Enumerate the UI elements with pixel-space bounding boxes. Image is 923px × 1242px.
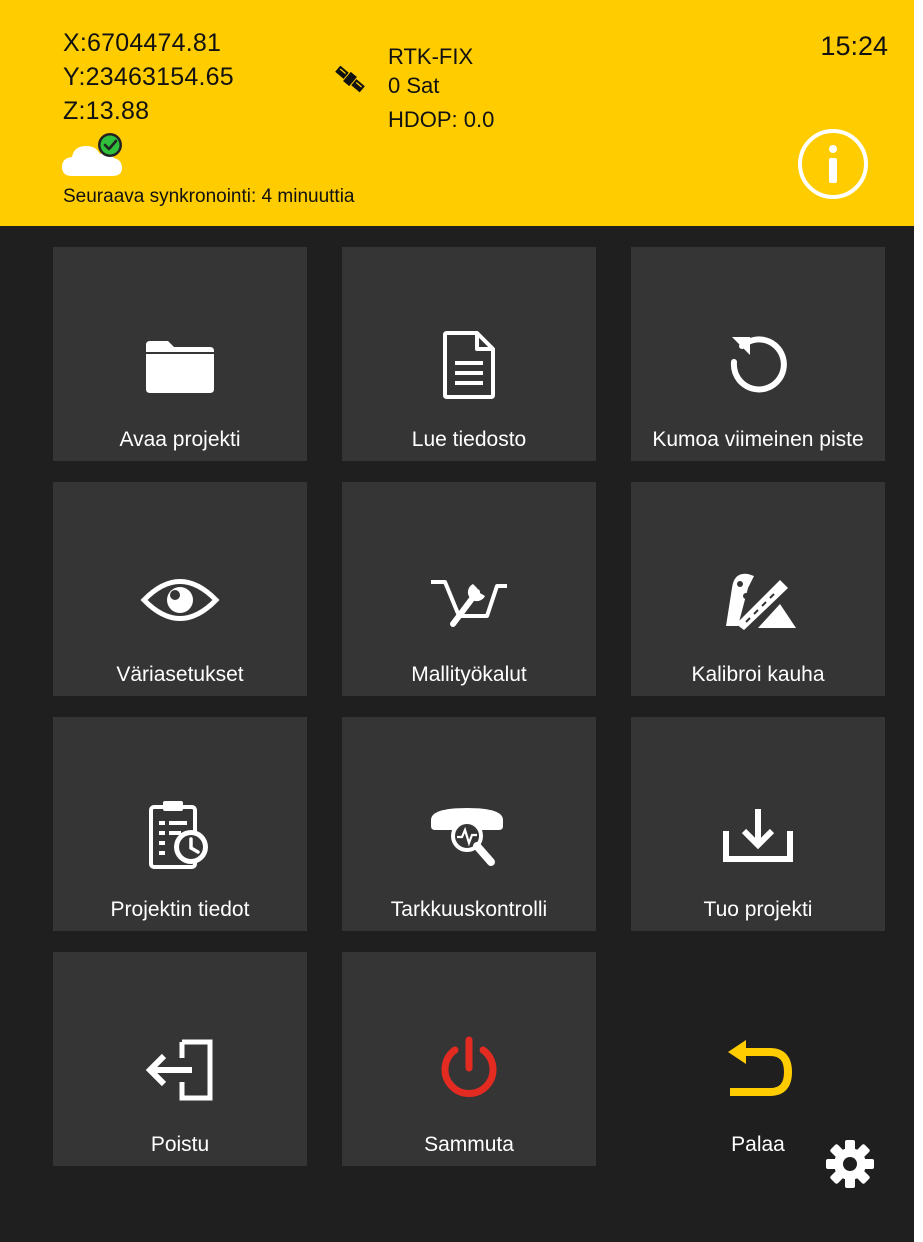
- return-icon: [728, 1040, 793, 1096]
- tile-import-project[interactable]: Tuo projekti: [631, 717, 885, 931]
- tile-label: Lue tiedosto: [411, 428, 527, 451]
- tile-read-file[interactable]: Lue tiedosto: [342, 247, 596, 461]
- exit-icon: [145, 1039, 213, 1101]
- gear-icon[interactable]: [824, 1138, 876, 1190]
- hdop-value: HDOP: 0.0: [388, 107, 495, 132]
- folder-icon: [146, 341, 214, 393]
- tile-open-project[interactable]: Avaa projekti: [53, 247, 307, 461]
- clipboard-clock-icon: [149, 801, 208, 869]
- tile-label: Tarkkuuskontrolli: [390, 898, 548, 921]
- tile-label: Projektin tiedot: [110, 898, 250, 921]
- tile-model-tools[interactable]: Mallityökalut: [342, 482, 596, 696]
- satellite-count: 0 Sat: [388, 73, 440, 98]
- coordinate-z: Z:13.88: [63, 97, 150, 125]
- tile-label: Mallityökalut: [411, 663, 527, 686]
- tile-color-settings[interactable]: Väriasetukset: [53, 482, 307, 696]
- tile-label: Sammuta: [424, 1133, 514, 1156]
- accuracy-check-icon: [431, 808, 503, 866]
- cloud-check-icon: [62, 133, 122, 176]
- tile-calibrate-bucket[interactable]: Kalibroi kauha: [631, 482, 885, 696]
- gnss-fix-status: RTK-FIX: [388, 44, 474, 69]
- power-icon: [441, 1036, 497, 1097]
- document-icon: [443, 331, 495, 399]
- status-header: X:6704474.81 Y:23463154.65 Z:13.88 RTK-F…: [0, 0, 914, 226]
- tile-label: Kalibroi kauha: [691, 663, 825, 686]
- tile-undo-last-point[interactable]: Kumoa viimeinen piste: [631, 247, 885, 461]
- tile-accuracy-check[interactable]: Tarkkuuskontrolli: [342, 717, 596, 931]
- tile-shutdown[interactable]: Sammuta: [342, 952, 596, 1166]
- eye-icon: [140, 579, 220, 621]
- tile-label: Avaa projekti: [119, 428, 241, 451]
- coordinate-y: Y:23463154.65: [63, 63, 234, 91]
- tile-label: Kumoa viimeinen piste: [652, 428, 864, 451]
- tile-label: Väriasetukset: [116, 663, 244, 686]
- tile-return[interactable]: Palaa: [631, 952, 885, 1166]
- clock: 15:24: [820, 31, 888, 61]
- undo-icon: [730, 336, 787, 393]
- sync-status: Seuraava synkronointi: 4 minuuttia: [63, 186, 355, 207]
- bucket-calibrate-icon: [726, 573, 796, 630]
- satellite-icon: [335, 65, 365, 93]
- info-icon[interactable]: [797, 128, 869, 200]
- app-frame: X:6704474.81 Y:23463154.65 Z:13.88 RTK-F…: [0, 0, 914, 1242]
- model-tools-icon: [431, 580, 507, 627]
- coordinate-x: X:6704474.81: [63, 29, 222, 57]
- import-icon: [723, 809, 793, 862]
- tile-project-info[interactable]: Projektin tiedot: [53, 717, 307, 931]
- tile-exit[interactable]: Poistu: [53, 952, 307, 1166]
- tile-label: Poistu: [150, 1133, 210, 1156]
- tile-label: Tuo projekti: [703, 898, 813, 921]
